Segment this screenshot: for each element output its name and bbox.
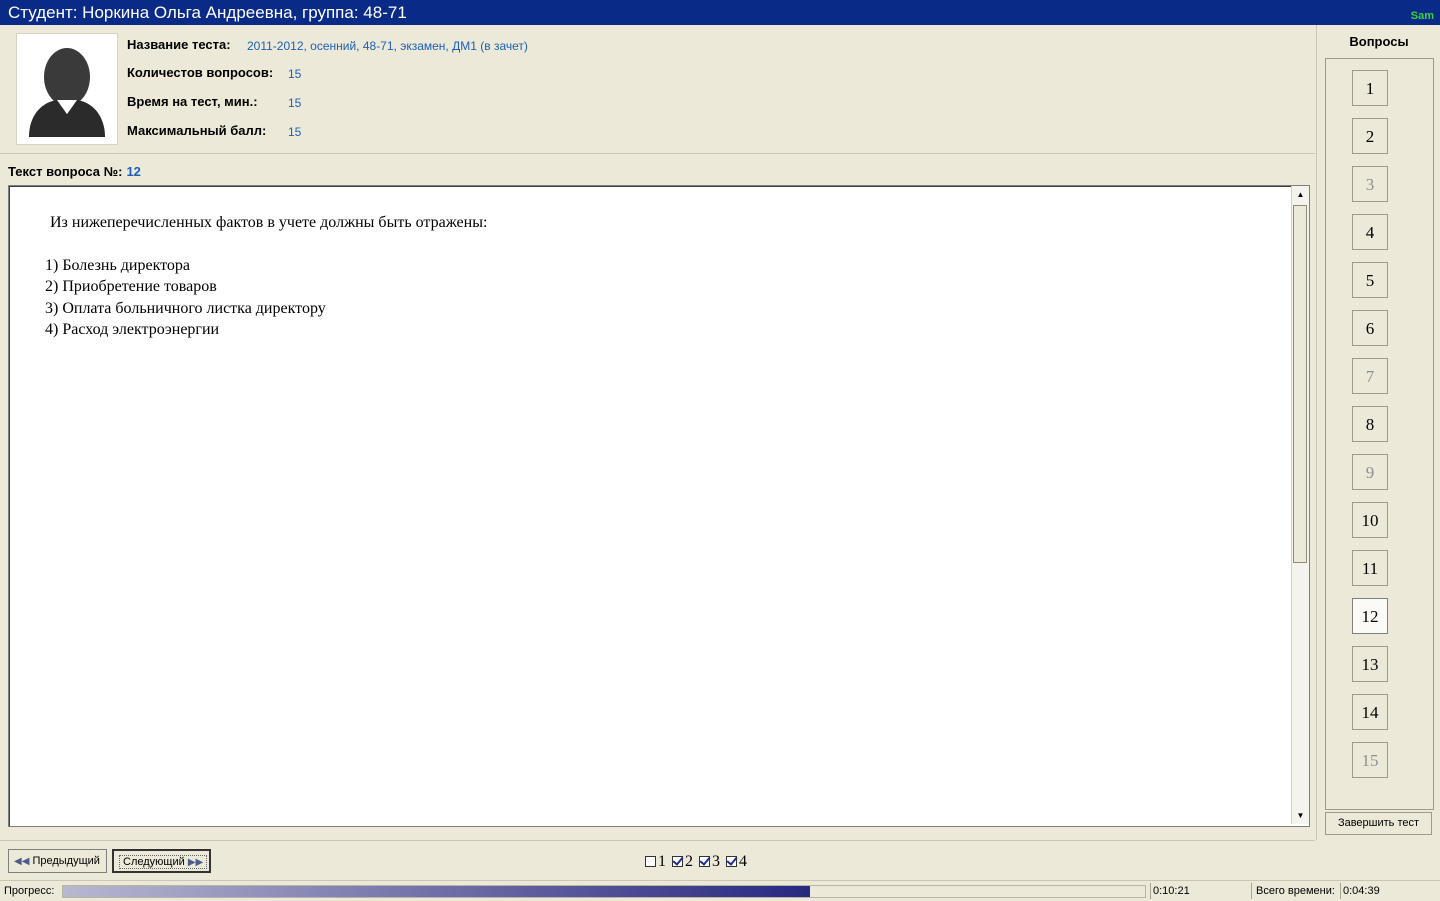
progress-bar [62,885,1146,898]
question-number: 12 [126,164,141,179]
next-arrows-icon: ▶▶ [187,857,204,868]
question-button-10[interactable]: 10 [1352,502,1388,538]
prev-arrows-icon: ◀◀ [14,856,30,867]
user-silhouette-icon [29,48,105,137]
question-button-6[interactable]: 6 [1352,310,1388,346]
time-label: Время на тест, мин.: [127,94,258,109]
test-name-label: Название теста: [127,37,231,52]
answer-option[interactable]: 2 [672,853,693,871]
navigation-bar: ◀◀ Предыдущий Следующий ▶▶ 1 2 3 4 [0,840,1315,881]
question-button-12[interactable]: 12 [1352,598,1388,634]
max-score-label: Максимальный балл: [127,123,267,138]
progress-label: Прогресс: [4,885,55,897]
answer-option[interactable]: 4 [726,853,747,871]
question-button-15[interactable]: 15 [1352,742,1388,778]
question-label-text: Текст вопроса №: [8,164,123,179]
question-button-2[interactable]: 2 [1352,118,1388,154]
question-list: 1 2 3 4 5 6 7 8 9 10 11 12 13 14 15 [1325,58,1434,810]
total-time: 0:04:39 [1343,885,1380,897]
question-button-4[interactable]: 4 [1352,214,1388,250]
question-button-8[interactable]: 8 [1352,406,1388,442]
questions-count-value: 15 [288,67,302,81]
answer-option[interactable]: 1 [645,853,666,871]
max-score-value: 15 [288,125,302,139]
checkbox-icon[interactable] [645,855,656,867]
next-button[interactable]: Следующий ▶▶ [112,849,211,873]
answer-options: 1 2 3 4 [645,853,753,871]
prev-button[interactable]: ◀◀ Предыдущий [8,849,107,873]
question-item: 4) Расход электроэнергии [45,321,220,338]
test-name-value: 2011-2012, осенний, 48-71, экзамен, ДМ1 … [247,39,528,53]
prev-button-label: Предыдущий [32,855,100,867]
next-button-label: Следующий [123,856,185,868]
question-button-14[interactable]: 14 [1352,694,1388,730]
checkbox-checked-icon[interactable] [672,855,683,867]
status-bar: Прогресс: 0:10:21 Всего времени: 0:04:39 [0,880,1440,901]
scroll-thumb[interactable] [1293,205,1307,563]
questions-count-label: Количестов вопросов: [127,65,274,80]
window-title: Студент: Норкина Ольга Андреевна, группа… [8,3,407,22]
questions-panel-title: Вопросы [1349,34,1409,49]
question-button-11[interactable]: 11 [1352,550,1388,586]
question-button-3[interactable]: 3 [1352,166,1388,202]
avatar [16,33,118,145]
question-button-5[interactable]: 5 [1352,262,1388,298]
answer-label: 1 [658,853,666,870]
checkbox-checked-icon[interactable] [699,855,710,867]
vertical-scrollbar[interactable]: ▲ ▼ [1291,186,1309,824]
question-number-label: Текст вопроса №: 12 [8,164,141,179]
test-info-panel: Название теста: 2011-2012, осенний, 48-7… [0,25,1315,154]
answer-label: 4 [739,853,747,870]
answer-option[interactable]: 3 [699,853,720,871]
question-button-9[interactable]: 9 [1352,454,1388,490]
status-divider [1150,883,1151,899]
status-divider [1251,883,1252,899]
question-item: 2) Приобретение товаров [45,278,217,295]
question-text: Из нижеперечисленных фактов в учете долж… [45,212,487,341]
question-button-13[interactable]: 13 [1352,646,1388,682]
title-bar: Студент: Норкина Ольга Андреевна, группа… [0,0,1440,25]
question-item: 1) Болезнь директора [45,256,191,274]
finish-test-button[interactable]: Завершить тест [1325,812,1432,835]
question-text-area[interactable]: Из нижеперечисленных фактов в учете долж… [8,185,1310,827]
question-button-7[interactable]: 7 [1352,358,1388,394]
time-value: 15 [288,96,302,110]
progress-fill [63,886,810,897]
status-divider [1340,883,1341,899]
answer-label: 3 [712,853,720,870]
question-item: 3) Оплата больничного листка директору [45,299,326,317]
question-heading: Из нижеперечисленных фактов в учете долж… [50,214,488,231]
checkbox-checked-icon[interactable] [726,855,737,867]
question-button-1[interactable]: 1 [1352,70,1388,106]
total-time-label: Всего времени: [1256,885,1335,897]
questions-panel: Вопросы 1 2 3 4 5 6 7 8 9 10 11 12 13 14 15 Завершить … [1316,25,1440,840]
scroll-down-icon[interactable]: ▼ [1292,807,1309,824]
elapsed-time: 0:10:21 [1153,885,1190,897]
scroll-up-icon[interactable]: ▲ [1292,186,1309,203]
answer-label: 2 [685,853,693,870]
